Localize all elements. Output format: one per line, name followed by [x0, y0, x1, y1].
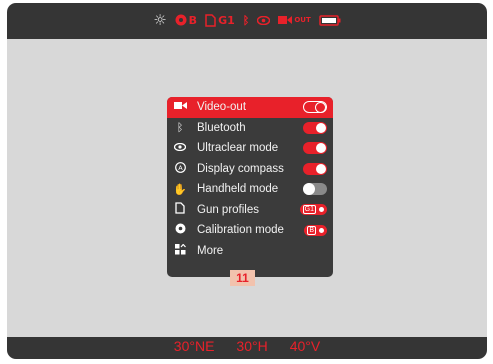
- battery-icon: [319, 14, 341, 26]
- info-bar: 30°NE 30°H 40°V: [7, 333, 487, 359]
- selector-dot: [319, 227, 324, 233]
- menu-item-video-out[interactable]: Video-out: [167, 97, 333, 118]
- calibration-status-label: B: [188, 13, 198, 27]
- gun-profile-icon: [205, 13, 216, 27]
- menu-item-label: Bluetooth: [197, 121, 246, 134]
- calibration-selector[interactable]: B: [304, 224, 327, 236]
- menu-item-label: Gun profiles: [197, 203, 260, 216]
- bluetooth-toggle[interactable]: [303, 121, 327, 134]
- compass-icon: A: [173, 161, 187, 176]
- menu-item-gun-profiles[interactable]: Gun profiles G1: [167, 200, 333, 221]
- bluetooth-icon: ᛒ: [242, 13, 250, 27]
- menu-item-label: More: [197, 244, 224, 257]
- calibration-status: B: [175, 14, 197, 27]
- video-out-status-label: OUT: [294, 16, 311, 24]
- gun-profile-selector[interactable]: G1: [299, 204, 327, 216]
- vertical-readout: 40°V: [289, 338, 321, 354]
- menu-item-bluetooth[interactable]: ᛒ Bluetooth: [167, 118, 333, 139]
- video-out-toggle[interactable]: [303, 101, 327, 114]
- gun-profile-status-label: G1: [218, 13, 235, 27]
- callout-badge: 11: [230, 270, 255, 286]
- heading-readout: 30°NE: [173, 338, 215, 354]
- menu-item-calibration[interactable]: Calibration mode B: [167, 220, 333, 241]
- video-out-status: OUT: [278, 15, 311, 25]
- ultraclear-toggle[interactable]: [303, 142, 327, 155]
- eye-icon: [257, 15, 271, 25]
- video-out-icon: [173, 101, 187, 113]
- sun-icon: ☼: [153, 11, 167, 29]
- menu-item-label: Video-out: [197, 101, 247, 114]
- settings-menu: Video-out ᛒ Bluetooth Ultraclear mode A …: [167, 97, 333, 277]
- gun-profile-status: G1: [205, 14, 235, 27]
- more-icon: [173, 243, 187, 258]
- handheld-toggle[interactable]: [303, 183, 327, 196]
- menu-item-label: Ultraclear mode: [197, 142, 279, 155]
- gun-profile-value: G1: [302, 205, 316, 215]
- hand-icon: ✋: [173, 183, 187, 196]
- menu-item-label: Handheld mode: [197, 183, 279, 196]
- horizontal-readout: 30°H: [236, 338, 268, 354]
- selector-dot: [319, 207, 324, 213]
- video-out-icon: [278, 16, 293, 24]
- status-bar: ☼ B G1 ᛒ OUT: [7, 3, 487, 37]
- eye-icon: [173, 142, 187, 154]
- menu-item-handheld[interactable]: ✋ Handheld mode: [167, 179, 333, 200]
- compass-toggle[interactable]: [303, 162, 327, 175]
- calibration-icon: [173, 223, 187, 237]
- gun-profile-icon: [173, 202, 187, 217]
- menu-item-more[interactable]: More: [167, 241, 333, 262]
- menu-item-ultraclear[interactable]: Ultraclear mode: [167, 138, 333, 159]
- calibration-icon: [175, 14, 187, 26]
- menu-item-label: Display compass: [197, 162, 284, 175]
- calibration-value: B: [307, 225, 316, 235]
- svg-text:A: A: [178, 164, 183, 172]
- menu-item-label: Calibration mode: [197, 224, 284, 237]
- bluetooth-icon: ᛒ: [176, 121, 184, 134]
- menu-item-display-compass[interactable]: A Display compass: [167, 159, 333, 180]
